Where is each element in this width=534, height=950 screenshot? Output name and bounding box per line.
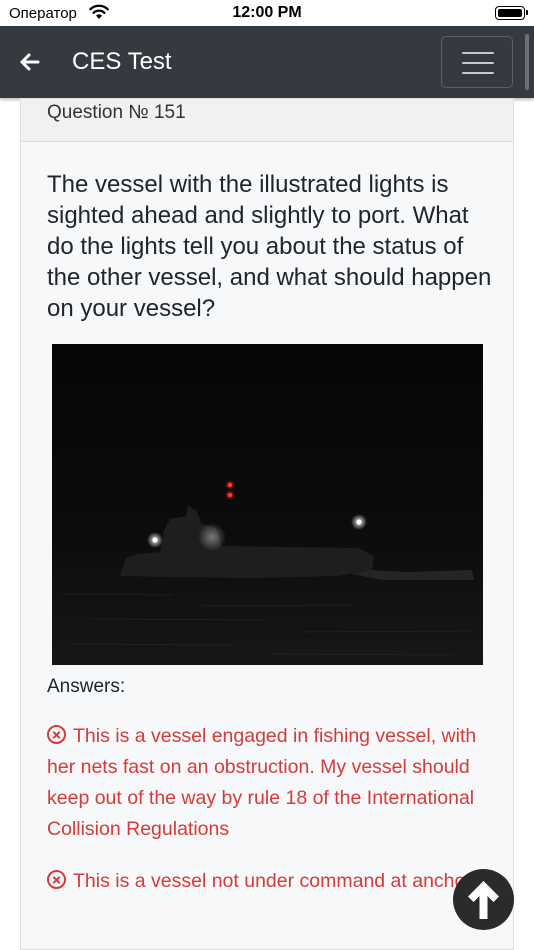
x-circle-icon — [47, 725, 66, 744]
hamburger-menu-icon — [462, 52, 494, 54]
menu-toggle-button[interactable] — [441, 36, 513, 88]
battery-icon — [495, 6, 528, 20]
scrollbar[interactable] — [525, 34, 529, 90]
question-card: Question № 151 The vessel with the illus… — [20, 98, 514, 950]
question-number: Question № 151 — [47, 102, 186, 123]
page-title: CES Test — [72, 48, 172, 75]
x-circle-icon — [47, 870, 66, 889]
back-arrow-icon[interactable] — [18, 50, 42, 74]
arrow-up-icon — [468, 881, 499, 919]
scroll-to-top-button[interactable] — [453, 869, 514, 930]
answers-heading: Answers: — [47, 676, 126, 697]
answer-text: This is a vessel not under command at an… — [73, 870, 472, 892]
answer-option[interactable]: This is a vessel engaged in fishing vess… — [47, 721, 497, 845]
question-text: The vessel with the illustrated lights i… — [47, 171, 492, 322]
status-bar: Оператор 12:00 PM — [0, 0, 534, 26]
hamburger-line — [462, 72, 494, 74]
clock: 12:00 PM — [232, 4, 302, 21]
question-card-header: Question № 151 — [21, 99, 513, 142]
answer-option[interactable]: This is a vessel not under command at an… — [47, 866, 497, 897]
vessel-lights-image — [52, 344, 483, 665]
answer-text: This is a vessel engaged in fishing vess… — [47, 725, 477, 840]
hamburger-line — [462, 62, 494, 64]
top-navbar: CES Test — [0, 26, 534, 98]
